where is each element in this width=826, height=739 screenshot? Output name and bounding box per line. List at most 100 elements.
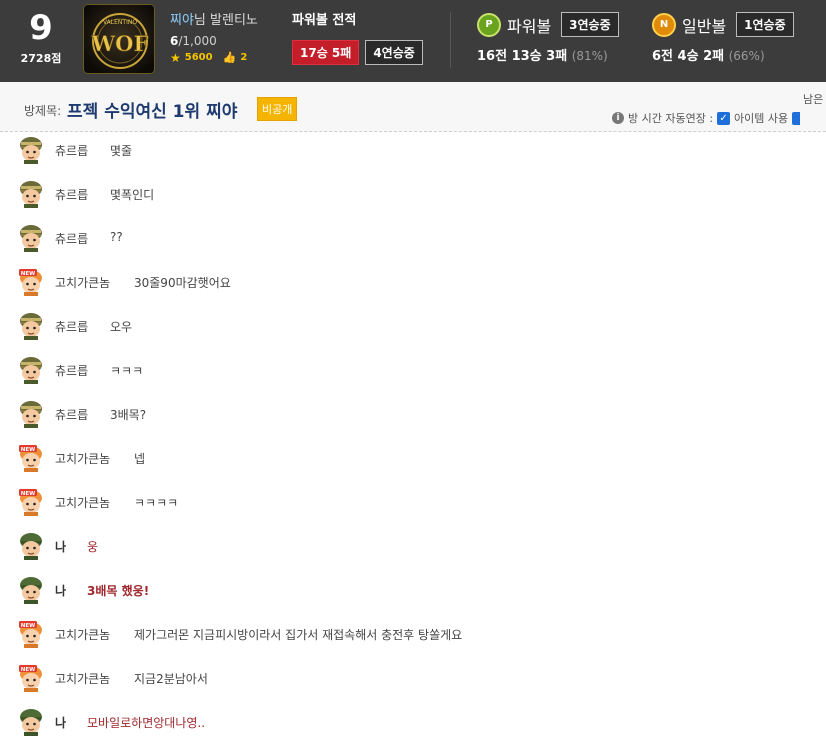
powerball-name: 파워볼 [507, 16, 552, 36]
chat-text: 3배목 했웅! [87, 584, 150, 598]
powerball-streak: 3연승중 [561, 12, 619, 37]
nickname-suffix: 님 [193, 13, 206, 28]
chat-message: 츄르릅 3배목? [0, 397, 826, 431]
chat-username[interactable]: 나 [55, 714, 66, 731]
level-points: 2728점 [20, 52, 62, 65]
powerball-p-icon: P [477, 12, 501, 37]
soldier-avatar-icon[interactable] [18, 180, 44, 208]
chat-username[interactable]: 고치가큰놈 [55, 494, 110, 511]
army-avatar-icon[interactable] [18, 532, 44, 560]
logo-small-text: VALENTINO [103, 19, 137, 26]
chat-text: ?? [110, 230, 123, 244]
chat-username[interactable]: 츄르릅 [55, 362, 88, 379]
nickname[interactable]: 찌야 [170, 13, 194, 28]
team-logo[interactable]: VALENTINO WOF [83, 4, 155, 74]
normalball-name: 일반볼 [682, 16, 727, 36]
star-icon: ★ [170, 51, 181, 65]
record-win-loss-badge: 17승 5패 [292, 40, 360, 65]
info-icon: i [612, 112, 624, 124]
logo-text: WOF [91, 31, 149, 56]
team-name: 발렌티노 [210, 13, 258, 28]
item-use-label: 아이템 사용 [734, 112, 789, 125]
thumbs-up-icon: 👍 [222, 51, 237, 64]
room-title-label: 방제목: [24, 104, 62, 118]
powerball-record: 파워볼 전적 17승 5패 4연승중 [292, 12, 423, 65]
chat-username[interactable]: 고치가큰놈 [55, 670, 110, 687]
chat-username[interactable]: 나 [55, 582, 66, 599]
svg-text:NEW: NEW [21, 447, 35, 453]
new-user-avatar-icon[interactable]: NEW [18, 488, 44, 516]
new-user-avatar-icon[interactable]: NEW [18, 620, 44, 648]
chat-username[interactable]: 츄르릅 [55, 230, 88, 247]
room-bar: 방제목: 프젝 수익여신 1위 찌야 비공개 남은 i 방 시간 자동연장 : … [0, 82, 826, 132]
powerball-record-text: 16전 13승 3패 [477, 49, 568, 64]
chat-message: NEW 고치가큰놈 넵 [0, 441, 826, 475]
normalball-stats: N 일반볼 1연승중 6전 4승 2패 (66%) [652, 12, 794, 64]
chat-text: ㅋㅋㅋㅋ [134, 496, 179, 510]
user-stats: ★ 5600 👍 2 [170, 50, 280, 66]
chat-text: 웅 [87, 540, 99, 554]
svg-text:NEW: NEW [21, 491, 35, 497]
user-profile: 찌야님 발렌티노 6/1,000 ★ 5600 👍 2 [170, 12, 280, 66]
chat-message: 츄르릅 오우 [0, 309, 826, 343]
chat-username[interactable]: 츄르릅 [55, 186, 88, 203]
new-user-avatar-icon[interactable]: NEW [18, 664, 44, 692]
chat-text: 제가그러몬 지금피시방이라서 집가서 재접속해서 충전후 탕쏠게요 [134, 628, 463, 642]
like-count: 2 [240, 52, 248, 63]
chat-message: 츄르릅 몇폭인디 [0, 177, 826, 211]
chat-username[interactable]: 츄르릅 [55, 318, 88, 335]
powerball-pct: (81%) [571, 49, 608, 63]
chat-username[interactable]: 츄르릅 [55, 406, 88, 423]
soldier-avatar-icon[interactable] [18, 136, 44, 164]
normalball-pct: (66%) [728, 49, 765, 63]
chat-message: NEW 고치가큰놈 제가그러몬 지금피시방이라서 집가서 재접속해서 충전후 탕쏠게… [0, 617, 826, 651]
chat-text: 몇폭인디 [110, 188, 155, 202]
new-user-avatar-icon[interactable]: NEW [18, 444, 44, 472]
member-count: 6/1,000 [170, 32, 280, 50]
soldier-avatar-icon[interactable] [18, 224, 44, 252]
svg-text:NEW: NEW [21, 667, 35, 673]
count-max: /1,000 [178, 34, 217, 48]
chat-message-list[interactable]: 츄르릅 몇줄 츄르릅 몇폭인디 츄르릅?? NEW 고치가큰놈 30줄90마감햇어요 츄르릅 오우… [0, 133, 826, 739]
svg-text:NEW: NEW [21, 623, 35, 629]
chat-text: ㅋㅋㅋ [110, 364, 144, 378]
chat-message: 나 3배목 했웅! [0, 573, 826, 607]
item-use-checkbox[interactable] [792, 111, 801, 125]
chat-message: NEW 고치가큰놈 30줄90마감햇어요 [0, 265, 826, 299]
chat-message: 츄르릅 몇줄 [0, 133, 826, 167]
valentino-logo-icon: VALENTINO WOF [84, 5, 154, 73]
chat-username[interactable]: 고치가큰놈 [55, 450, 110, 467]
chat-text: 오우 [110, 320, 133, 334]
soldier-avatar-icon[interactable] [18, 400, 44, 428]
level-number: 9 [29, 8, 53, 48]
army-avatar-icon[interactable] [18, 708, 44, 736]
star-count: 5600 [184, 52, 213, 63]
chat-username[interactable]: 츄르릅 [55, 142, 88, 159]
powerball-stats: P 파워볼 3연승중 16전 13승 3패 (81%) [477, 12, 619, 64]
chat-message: NEW 고치가큰놈 지금2분남아서 [0, 661, 826, 695]
soldier-avatar-icon[interactable] [18, 356, 44, 384]
chat-text: 넵 [134, 452, 146, 466]
chat-username[interactable]: 나 [55, 538, 66, 555]
auto-extend-checkbox[interactable]: ✓ [717, 111, 731, 125]
header-divider [450, 12, 451, 68]
auto-extend-label: 방 시간 자동연장 : [628, 112, 714, 125]
room-title: 프젝 수익여신 1위 찌야 [67, 102, 238, 122]
room-options: i 방 시간 자동연장 : ✓ 아이템 사용 [612, 110, 801, 126]
chat-message: 츄르릅?? [0, 221, 826, 255]
chat-username[interactable]: 고치가큰놈 [55, 274, 110, 291]
chat-username[interactable]: 고치가큰놈 [55, 626, 110, 643]
chat-text: 몇줄 [110, 144, 133, 158]
level-block: 9 2728점 [8, 8, 74, 66]
soldier-avatar-icon[interactable] [18, 312, 44, 340]
record-streak-badge: 4연승중 [365, 40, 423, 65]
chat-message: 나 모바일로하면앙대나영.. [0, 705, 826, 739]
army-avatar-icon[interactable] [18, 576, 44, 604]
chat-text: 3배목? [110, 408, 147, 422]
chat-message: NEW 고치가큰놈 ㅋㅋㅋㅋ [0, 485, 826, 519]
new-user-avatar-icon[interactable]: NEW [18, 268, 44, 296]
normalball-streak: 1연승중 [736, 12, 794, 37]
svg-text:NEW: NEW [21, 271, 35, 277]
chat-message: 나웅 [0, 529, 826, 563]
chat-text: 지금2분남아서 [134, 672, 208, 686]
